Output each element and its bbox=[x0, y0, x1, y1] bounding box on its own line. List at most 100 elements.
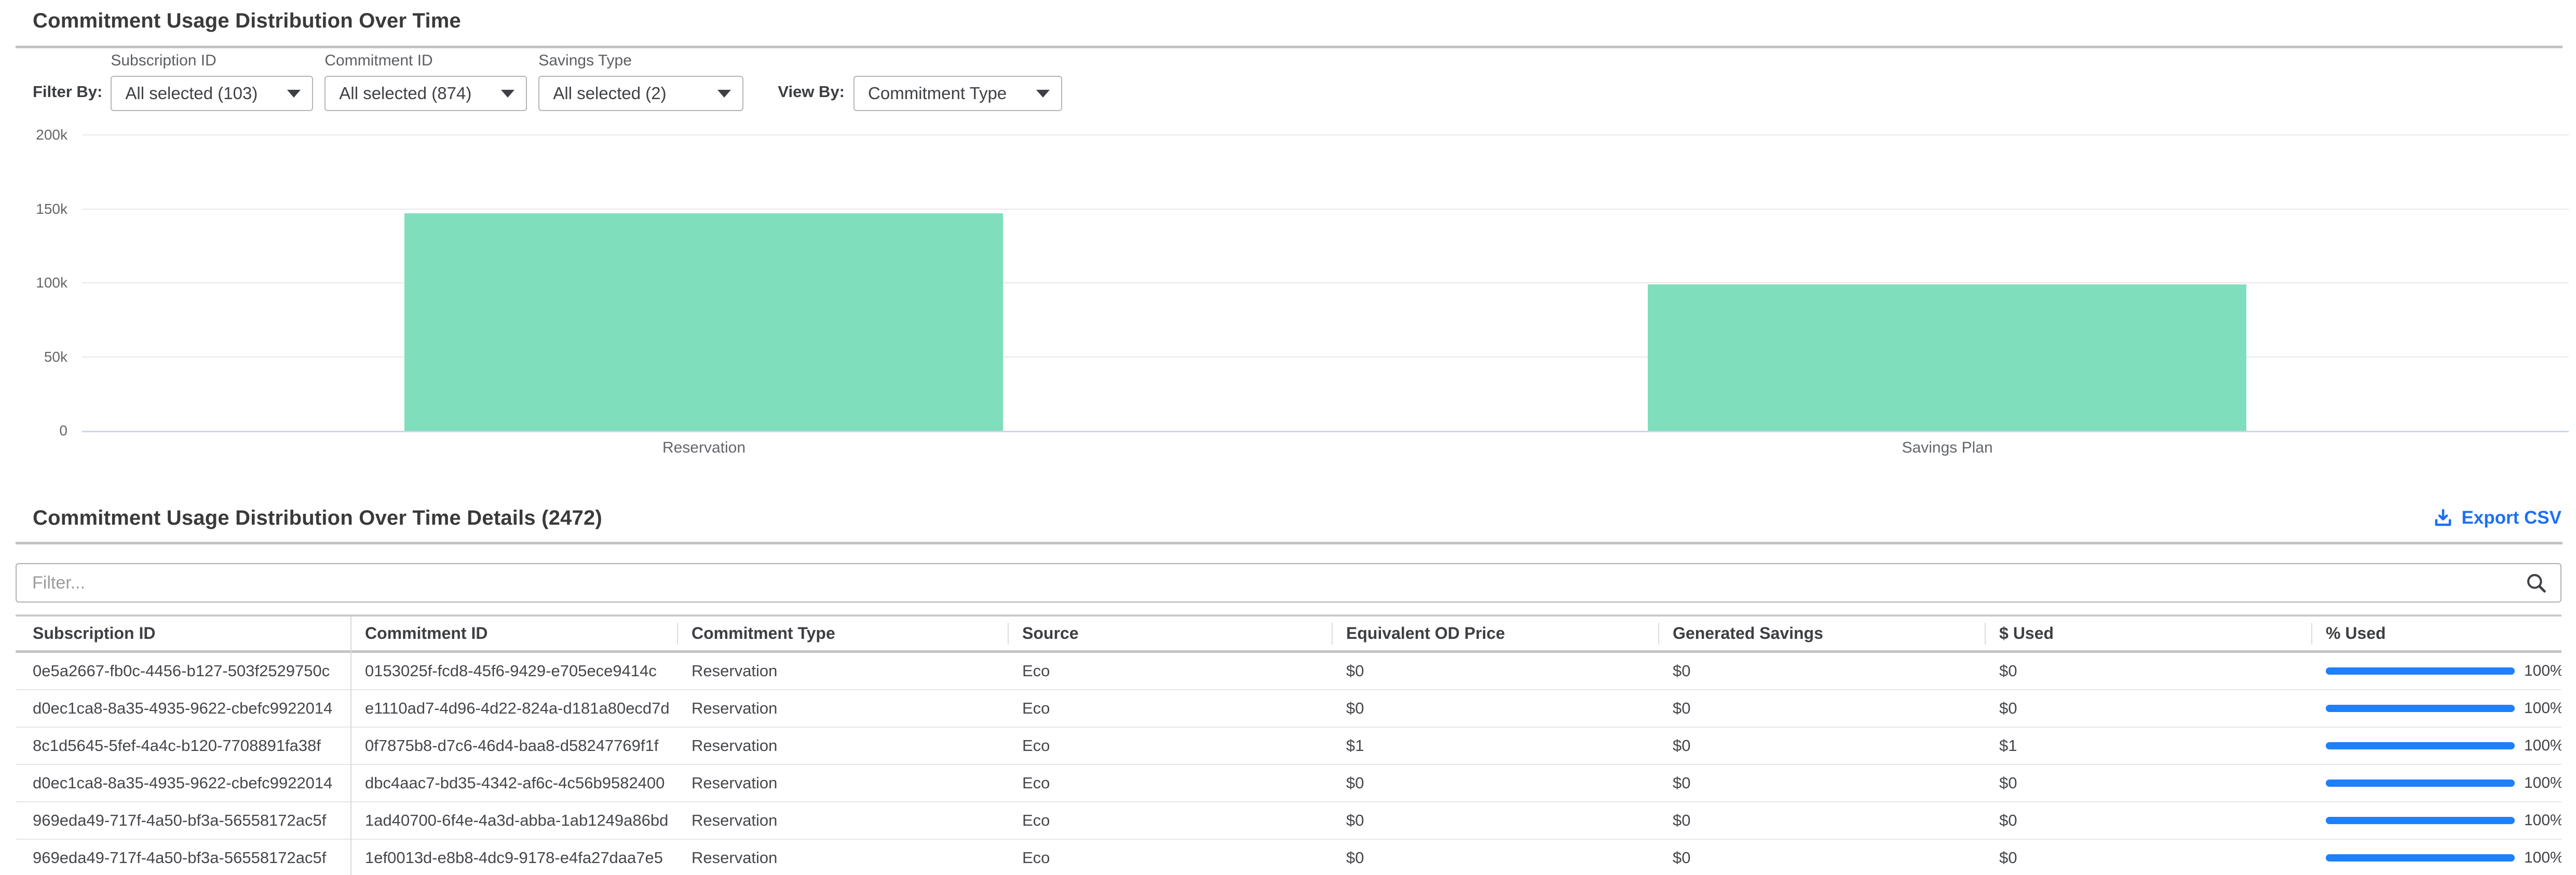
table-filter-input[interactable] bbox=[31, 572, 2524, 594]
cell-used-dollars: $0 bbox=[1985, 653, 2311, 689]
cell-source: Eco bbox=[1008, 802, 1332, 839]
cell-used-percent: 100% bbox=[2311, 653, 2561, 689]
chevron-down-icon bbox=[287, 90, 301, 98]
cell-source: Eco bbox=[1008, 765, 1332, 801]
cell-used-percent: 100% bbox=[2311, 765, 2561, 801]
section-divider bbox=[16, 542, 2563, 544]
cell-subscription-id: d0ec1ca8-8a35-4935-9622-cbefc9922014 bbox=[16, 690, 350, 727]
cell-subscription-id: 0e5a2667-fb0c-4456-b127-503f2529750c bbox=[16, 653, 350, 689]
chevron-down-icon bbox=[1036, 90, 1050, 98]
cell-commitment-type: Reservation bbox=[677, 690, 1008, 727]
cell-generated-savings: $0 bbox=[1658, 840, 1985, 875]
commitment-id-dropdown-value: All selected (874) bbox=[339, 84, 471, 103]
column-header-equivalent-od-price: Equivalent OD Price bbox=[1332, 617, 1658, 650]
column-header--used: % Used bbox=[2311, 617, 2561, 650]
export-csv-button[interactable]: Export CSV bbox=[2432, 507, 2561, 529]
usage-progress-bar bbox=[2326, 817, 2515, 824]
cell-used-dollars: $1 bbox=[1985, 728, 2311, 764]
gridline bbox=[82, 134, 2569, 135]
column-header-generated-savings: Generated Savings bbox=[1658, 617, 1985, 650]
cell-commitment-id: e1110ad7-4d96-4d22-824a-d181a80ecd7d bbox=[350, 690, 677, 727]
usage-percent-label: 100% bbox=[2524, 802, 2561, 839]
view-by-filter: Commitment Type bbox=[853, 76, 1062, 111]
cell-equivalent-od-price: $0 bbox=[1332, 690, 1658, 727]
cell-source: Eco bbox=[1008, 728, 1332, 764]
y-tick-label: 200k bbox=[10, 126, 67, 144]
y-tick-label: 100k bbox=[10, 274, 67, 292]
cell-used-percent: 100% bbox=[2311, 802, 2561, 839]
bar-savings-plan bbox=[1648, 284, 2246, 431]
subscription-id-filter-label: Subscription ID bbox=[111, 52, 313, 70]
column-header-subscription-id: Subscription ID bbox=[16, 617, 350, 650]
cell-equivalent-od-price: $0 bbox=[1332, 653, 1658, 689]
usage-progress-bar bbox=[2326, 705, 2515, 712]
column-header-source: Source bbox=[1008, 617, 1332, 650]
cell-commitment-id: 1ad40700-6f4e-4a3d-abba-1ab1249a86bd bbox=[350, 802, 677, 839]
usage-progress-bar bbox=[2326, 742, 2515, 749]
cell-generated-savings: $0 bbox=[1658, 690, 1985, 727]
table-row: 0e5a2667-fb0c-4456-b127-503f2529750c0153… bbox=[16, 653, 2561, 690]
cell-used-dollars: $0 bbox=[1985, 840, 2311, 875]
gridline bbox=[82, 282, 2569, 283]
subscription-id-dropdown[interactable]: All selected (103) bbox=[111, 76, 313, 111]
cell-commitment-type: Reservation bbox=[677, 653, 1008, 689]
usage-percent-label: 100% bbox=[2524, 690, 2561, 727]
cell-source: Eco bbox=[1008, 653, 1332, 689]
cell-commitment-id: 1ef0013d-e8b8-4dc9-9178-e4fa27daa7e5 bbox=[350, 840, 677, 875]
cell-generated-savings: $0 bbox=[1658, 765, 1985, 801]
cell-subscription-id: 8c1d5645-5fef-4a4c-b120-7708891fa38f bbox=[16, 728, 350, 764]
column-header-commitment-id: Commitment ID bbox=[350, 617, 677, 650]
subscription-id-filter: Subscription ID All selected (103) bbox=[111, 52, 313, 111]
section-divider bbox=[16, 46, 2563, 48]
cell-commitment-id: 0153025f-fcd8-45f6-9429-e705ece9414c bbox=[350, 653, 677, 689]
cell-commitment-id: 0f7875b8-d7c6-46d4-baa8-d58247769f1f bbox=[350, 728, 677, 764]
column-header--used: $ Used bbox=[1985, 617, 2311, 650]
filter-bar: Filter By: Subscription ID All selected … bbox=[33, 52, 1062, 111]
column-header-commitment-type: Commitment Type bbox=[677, 617, 1008, 650]
details-title: Commitment Usage Distribution Over Time … bbox=[33, 507, 602, 530]
chevron-down-icon bbox=[717, 90, 731, 98]
cell-equivalent-od-price: $1 bbox=[1332, 728, 1658, 764]
usage-progress-bar bbox=[2326, 780, 2515, 787]
y-tick-label: 0 bbox=[10, 422, 67, 440]
gridline bbox=[82, 209, 2569, 210]
table-row: 8c1d5645-5fef-4a4c-b120-7708891fa38f0f78… bbox=[16, 728, 2561, 765]
view-by-dropdown[interactable]: Commitment Type bbox=[853, 76, 1062, 111]
table-filter-box bbox=[16, 563, 2561, 603]
cell-subscription-id: 969eda49-717f-4a50-bf3a-56558172ac5f bbox=[16, 840, 350, 875]
commitment-id-filter-label: Commitment ID bbox=[324, 52, 527, 70]
cell-equivalent-od-price: $0 bbox=[1332, 765, 1658, 801]
page-title: Commitment Usage Distribution Over Time bbox=[33, 9, 461, 33]
table-row: d0ec1ca8-8a35-4935-9622-cbefc9922014dbc4… bbox=[16, 765, 2561, 802]
details-header: Commitment Usage Distribution Over Time … bbox=[33, 503, 2561, 532]
export-csv-label: Export CSV bbox=[2461, 508, 2561, 528]
commitment-id-dropdown[interactable]: All selected (874) bbox=[324, 76, 527, 111]
table-row: d0ec1ca8-8a35-4935-9622-cbefc9922014e111… bbox=[16, 690, 2561, 728]
column-divider bbox=[350, 617, 351, 875]
cell-used-percent: 100% bbox=[2311, 728, 2561, 764]
x-category-label: Reservation bbox=[574, 439, 834, 457]
cell-commitment-type: Reservation bbox=[677, 802, 1008, 839]
cell-commitment-id: dbc4aac7-bd35-4342-af6c-4c56b9582400 bbox=[350, 765, 677, 801]
subscription-id-dropdown-value: All selected (103) bbox=[125, 84, 257, 103]
y-tick-label: 150k bbox=[10, 200, 67, 218]
gridline bbox=[82, 357, 2569, 358]
search-icon bbox=[2524, 571, 2548, 595]
usage-progress-bar bbox=[2326, 667, 2515, 675]
usage-percent-label: 100% bbox=[2524, 840, 2561, 875]
x-category-label: Savings Plan bbox=[1818, 439, 2077, 457]
view-by-label: View By: bbox=[778, 83, 845, 101]
usage-percent-label: 100% bbox=[2524, 765, 2561, 801]
commitment-usage-page: Commitment Usage Distribution Over Time … bbox=[0, 0, 2576, 875]
cell-source: Eco bbox=[1008, 840, 1332, 875]
y-tick-label: 50k bbox=[10, 348, 67, 366]
cell-used-dollars: $0 bbox=[1985, 802, 2311, 839]
cell-subscription-id: d0ec1ca8-8a35-4935-9622-cbefc9922014 bbox=[16, 765, 350, 801]
download-icon bbox=[2432, 507, 2454, 529]
cell-subscription-id: 969eda49-717f-4a50-bf3a-56558172ac5f bbox=[16, 802, 350, 839]
cell-used-percent: 100% bbox=[2311, 840, 2561, 875]
table-header-row: Subscription IDCommitment IDCommitment T… bbox=[16, 617, 2561, 653]
savings-type-dropdown[interactable]: All selected (2) bbox=[538, 76, 743, 111]
cell-generated-savings: $0 bbox=[1658, 802, 1985, 839]
cell-generated-savings: $0 bbox=[1658, 728, 1985, 764]
